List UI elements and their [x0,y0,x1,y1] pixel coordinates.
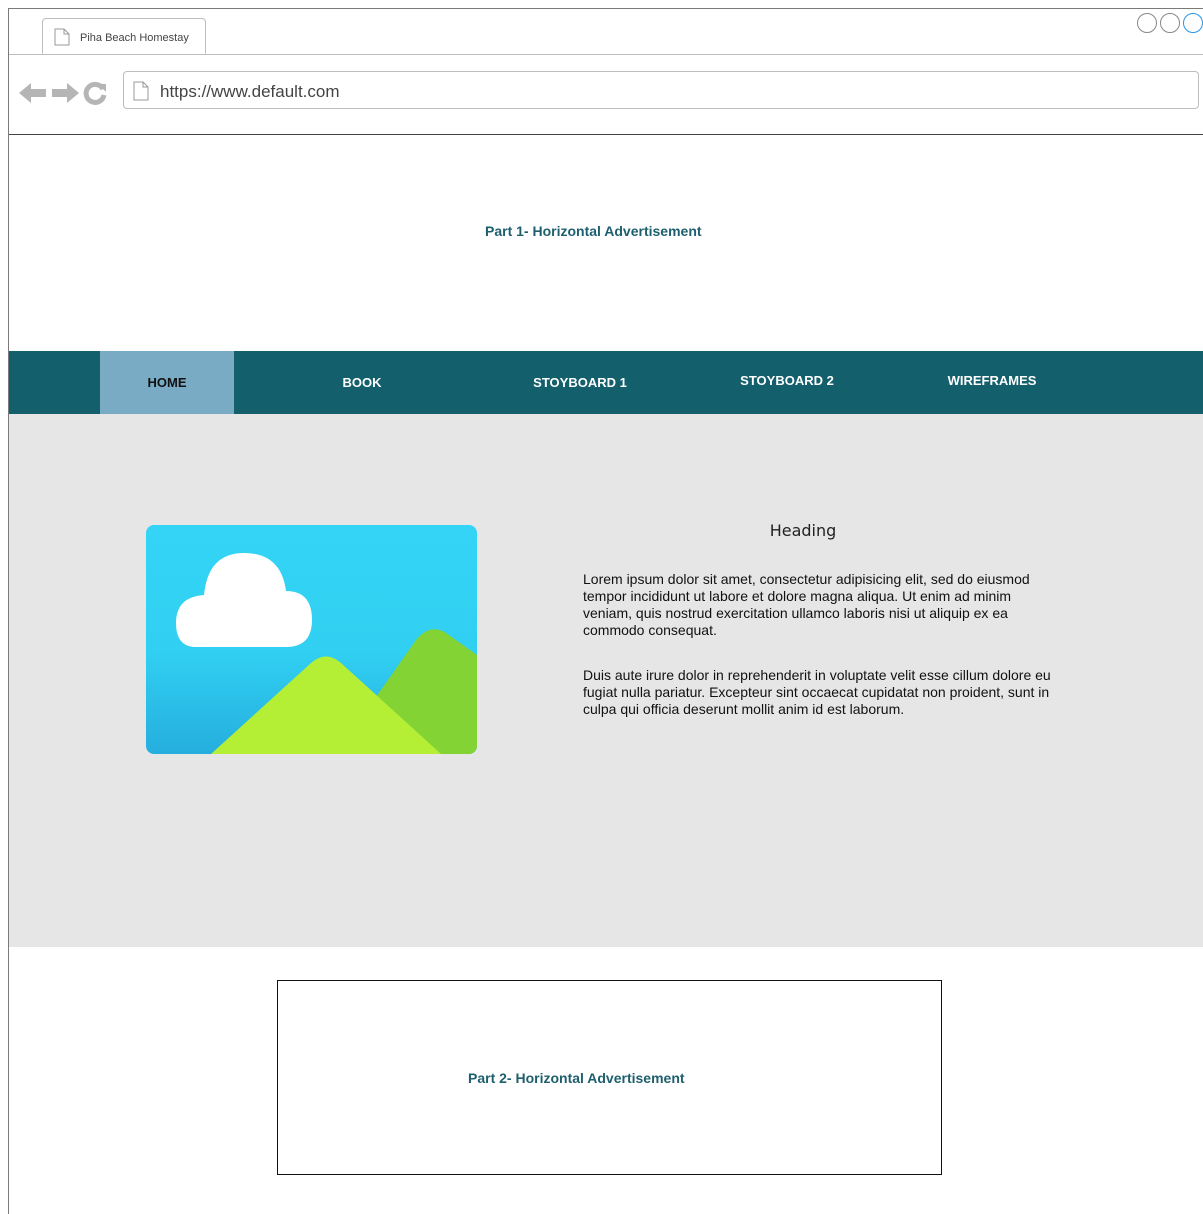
bottom-ad-label: Part 2- Horizontal Advertisement [468,1070,685,1086]
top-advertisement: Part 1- Horizontal Advertisement [9,135,1203,351]
nav-label: HOME [147,375,187,390]
content-paragraph-1: Lorem ipsum dolor sit amet, consectetur … [583,571,1030,638]
main-content: Heading Lorem ipsum dolor sit amet, cons… [9,414,1203,947]
bottom-advertisement: Part 2- Horizontal Advertisement [277,980,942,1175]
top-ad-label: Part 1- Horizontal Advertisement [485,223,702,239]
tab-bar: Piha Beach Homestay [9,9,1203,55]
content-paragraph-2: Duis aute irure dolor in reprehenderit i… [583,667,1051,717]
back-arrow-icon[interactable] [19,82,47,109]
forward-arrow-icon[interactable] [51,82,79,109]
nav-item-storyboard-2[interactable]: STOYBOARD 2 [722,351,852,410]
nav-label: STOYBOARD 1 [533,375,627,390]
tab-title: Piha Beach Homestay [80,32,189,44]
url-input[interactable]: https://www.default.com [123,71,1199,109]
address-bar-row: https://www.default.com [9,55,1203,135]
nav-label: BOOK [342,375,382,390]
maximize-button[interactable] [1160,13,1180,33]
nav-item-storyboard-1[interactable]: STOYBOARD 1 [515,351,645,414]
close-button[interactable] [1183,13,1203,33]
nav-item-book[interactable]: BOOK [307,351,417,414]
url-text: https://www.default.com [160,82,340,101]
main-nav: HOME BOOK STOYBOARD 1 STOYBOARD 2 WIREFR… [9,351,1203,414]
browser-window: Piha Beach Homestay https://www.default.… [8,8,1203,1214]
reload-icon[interactable] [83,81,107,110]
window-controls [1134,13,1203,37]
nav-item-home[interactable]: HOME [100,351,234,414]
navigation-controls [19,81,107,110]
minimize-button[interactable] [1137,13,1157,33]
nav-label: STOYBOARD 2 [740,373,834,388]
page-icon [133,81,149,106]
nav-label: WIREFRAMES [947,373,1037,388]
browser-tab[interactable]: Piha Beach Homestay [42,18,206,54]
page-icon [54,28,70,51]
image-placeholder-icon [146,525,477,754]
nav-item-wireframes[interactable]: WIREFRAMES [927,351,1057,410]
content-heading: Heading [769,521,837,540]
